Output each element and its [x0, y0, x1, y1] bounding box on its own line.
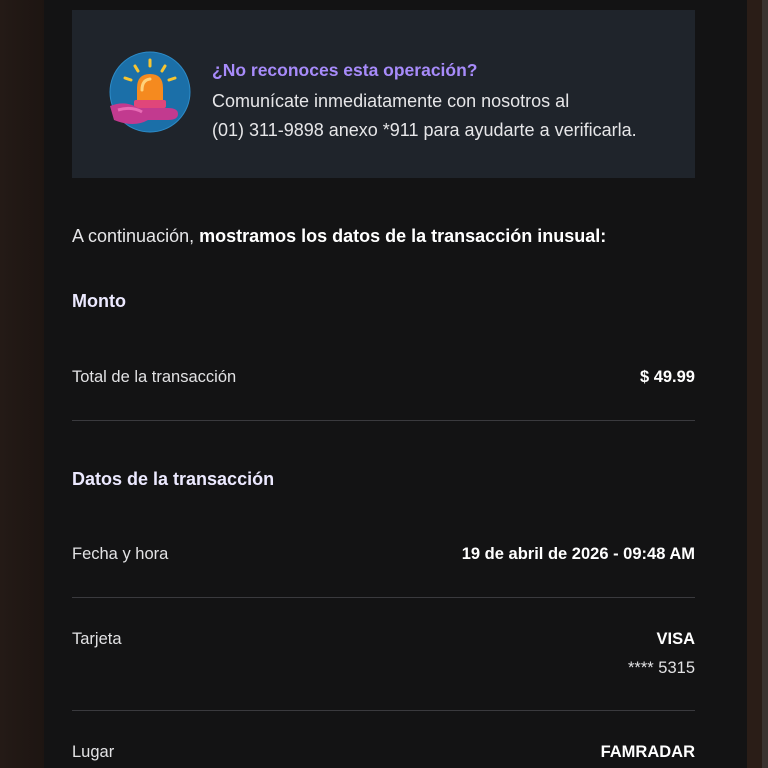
- divider: [72, 710, 695, 711]
- alert-body-line: Comunícate inmediatamente con nosotros a…: [212, 91, 570, 111]
- fecha-label: Fecha y hora: [72, 545, 169, 563]
- tarjeta-label: Tarjeta: [72, 630, 122, 648]
- lugar-label: Lugar: [72, 743, 115, 761]
- divider: [72, 420, 695, 421]
- alert-banner: ¿No reconoces esta operación? Comunícate…: [72, 10, 695, 178]
- divider: [72, 597, 695, 598]
- siren-icon: [109, 51, 191, 133]
- lugar-value: FAMRADAR: [600, 743, 695, 761]
- total-value: $ 49.99: [639, 368, 695, 386]
- email-body: ¿No reconoces esta operación? Comunícate…: [44, 0, 747, 768]
- fecha-value: 19 de abril de 2026 - 09:48 AM: [461, 545, 695, 563]
- scrollbar-strip: [762, 0, 768, 768]
- alert-body-line: (01) 311-9898 anexo *911 para ayudarte a…: [212, 120, 637, 140]
- alert-title: ¿No reconoces esta operación?: [212, 60, 478, 80]
- alert-body: Comunícate inmediatamente con nosotros a…: [212, 87, 692, 145]
- section-title-monto: Monto: [72, 291, 126, 311]
- intro-text: A continuación, mostramos los datos de l…: [72, 226, 606, 247]
- right-frame: [747, 0, 768, 768]
- intro-prefix: A continuación,: [72, 226, 200, 246]
- left-frame: [0, 0, 44, 768]
- tarjeta-value: VISA: [656, 630, 695, 648]
- section-title-datos: Datos de la transacción: [72, 469, 275, 489]
- total-label: Total de la transacción: [72, 368, 237, 386]
- tarjeta-number: **** 5315: [628, 659, 695, 677]
- intro-bold: mostramos los datos de la transacción in…: [199, 226, 607, 246]
